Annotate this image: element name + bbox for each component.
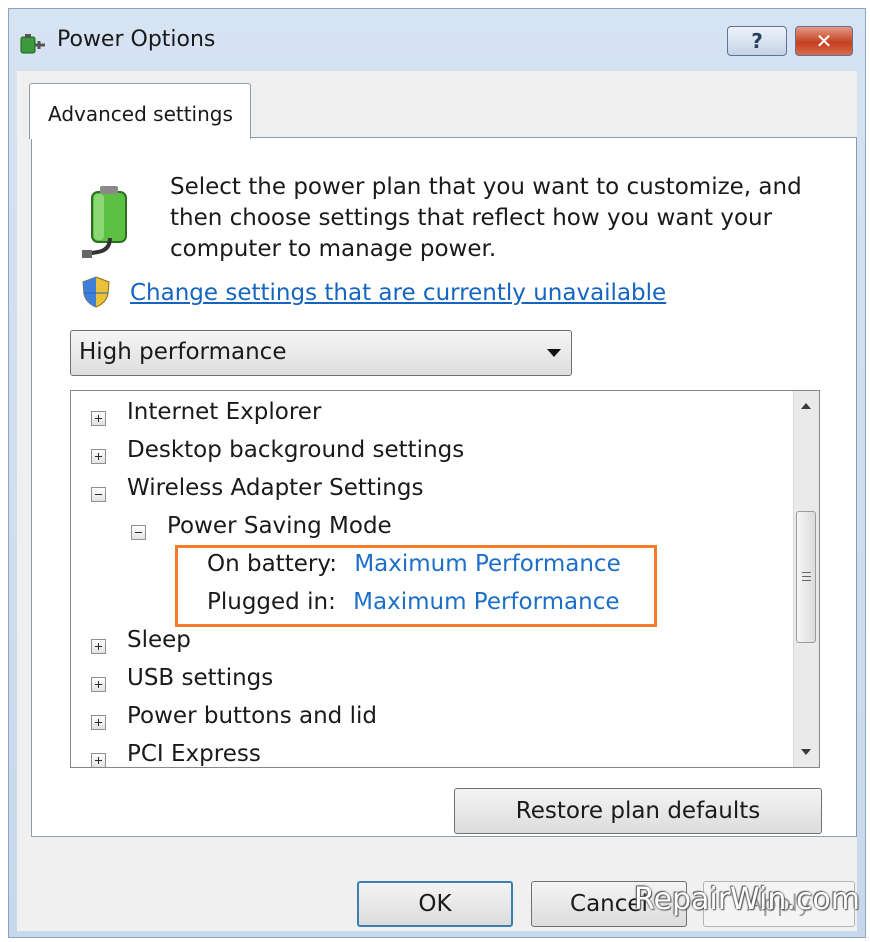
- vertical-scrollbar[interactable]: [793, 391, 819, 767]
- tree-item-label: Sleep: [127, 627, 191, 653]
- expand-plus-icon[interactable]: [91, 753, 106, 767]
- tree-item-label: Internet Explorer: [127, 399, 322, 425]
- grip-icon: [802, 572, 811, 581]
- ok-button[interactable]: OK: [357, 881, 513, 927]
- highlight-box: [175, 545, 657, 627]
- collapse-minus-icon[interactable]: [131, 525, 146, 540]
- tree-item-label: Power Saving Mode: [167, 513, 392, 539]
- tree-item-label: PCI Express: [127, 741, 261, 767]
- expand-plus-icon[interactable]: [91, 639, 106, 654]
- uac-shield-icon: [82, 276, 110, 308]
- settings-tree[interactable]: Internet Explorer Desktop background set…: [70, 390, 820, 768]
- scrollbar-thumb[interactable]: [796, 511, 816, 643]
- tree-item-label: Wireless Adapter Settings: [127, 475, 424, 501]
- power-plan-dropdown[interactable]: High performance: [70, 330, 572, 376]
- chevron-down-icon: [547, 349, 561, 357]
- tree-item-label: Desktop background settings: [127, 437, 465, 463]
- tree-item-label: Power buttons and lid: [127, 703, 377, 729]
- tab-advanced-settings[interactable]: Advanced settings: [29, 83, 251, 139]
- tab-label: Advanced settings: [48, 102, 233, 126]
- change-settings-link[interactable]: Change settings that are currently unava…: [130, 280, 666, 306]
- panel-description: Select the power plan that you want to c…: [170, 174, 802, 262]
- window-title: Power Options: [57, 27, 216, 52]
- power-options-window: Power Options ? ✕ Advanced settings Sele…: [8, 8, 866, 938]
- expand-plus-icon[interactable]: [91, 449, 106, 464]
- scroll-down-arrow-icon[interactable]: [794, 737, 819, 767]
- expand-plus-icon[interactable]: [91, 411, 106, 426]
- dialog-client-area: Advanced settings Select the power plan …: [17, 71, 857, 931]
- expand-plus-icon[interactable]: [91, 677, 106, 692]
- tree-item-label: USB settings: [127, 665, 274, 691]
- plan-selected-value: High performance: [79, 339, 287, 365]
- title-bar[interactable]: Power Options ? ✕: [9, 9, 865, 69]
- watermark: RepairWin.com: [634, 882, 861, 917]
- collapse-minus-icon[interactable]: [91, 487, 106, 502]
- close-button[interactable]: ✕: [795, 26, 853, 56]
- help-button[interactable]: ?: [727, 26, 787, 56]
- expand-plus-icon[interactable]: [91, 715, 106, 730]
- restore-plan-defaults-button[interactable]: Restore plan defaults: [454, 788, 822, 834]
- power-options-icon: [20, 34, 45, 54]
- battery-plug-icon: [82, 186, 127, 258]
- scroll-up-arrow-icon[interactable]: [794, 391, 819, 421]
- advanced-settings-panel: Select the power plan that you want to c…: [31, 137, 857, 837]
